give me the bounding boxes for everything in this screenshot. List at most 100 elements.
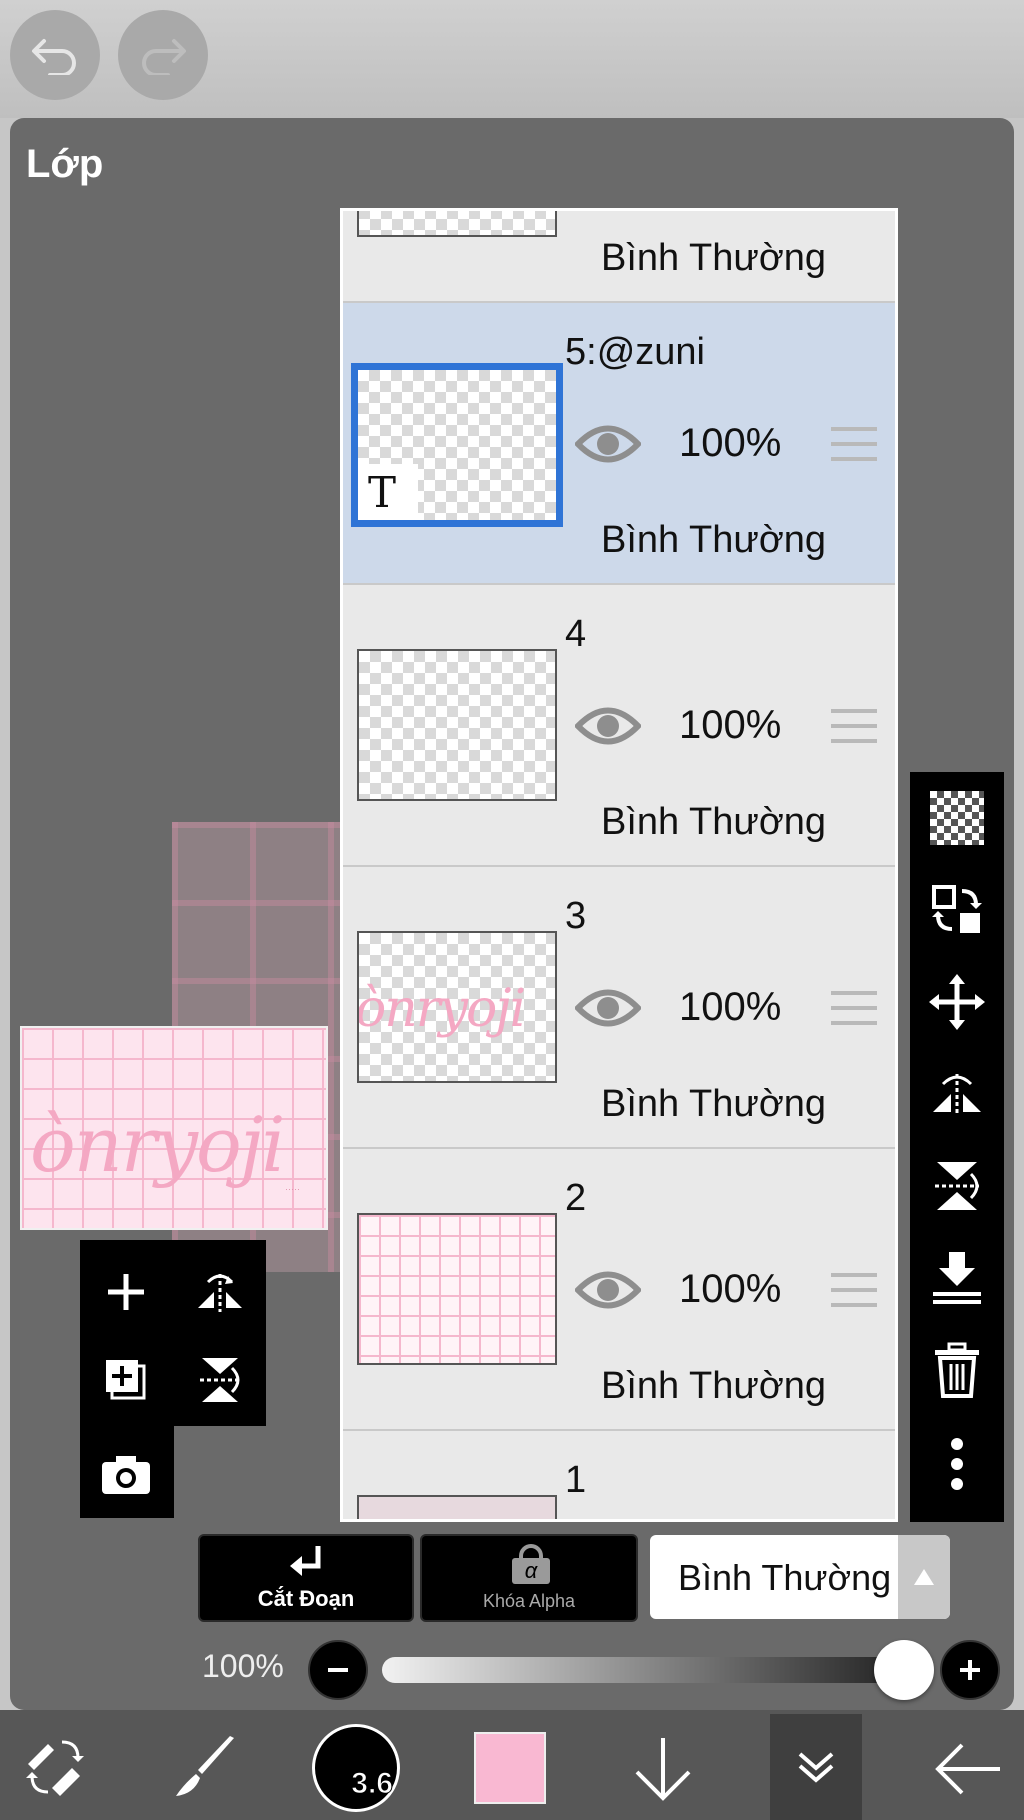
opacity-slider-knob[interactable]	[874, 1640, 934, 1700]
redo-icon	[142, 39, 186, 75]
tool-swap-icon	[26, 1740, 84, 1796]
camera-icon	[102, 1456, 150, 1494]
drag-handle-icon[interactable]	[831, 427, 877, 463]
transparent-button[interactable]	[927, 788, 987, 848]
blend-mode-select[interactable]: Bình Thường	[650, 1535, 950, 1619]
layer-name: 1	[565, 1459, 587, 1501]
swap-layers-button[interactable]	[927, 880, 987, 940]
flip-horizontal-button[interactable]	[927, 1064, 987, 1124]
move-icon	[929, 974, 985, 1030]
layer-name: 2	[565, 1177, 587, 1219]
layer-name: 5:@zuni	[565, 331, 705, 373]
opacity-slider[interactable]	[382, 1657, 922, 1683]
layer-blend-mode: Bình Thường	[601, 1083, 827, 1125]
preview-small-mark: ·····	[285, 1184, 300, 1194]
delete-layer-button[interactable]	[927, 1340, 987, 1400]
thumbnail-artwork: ònryoji	[357, 979, 526, 1039]
preview-artwork-text: ònryoji	[30, 1100, 286, 1189]
swap-layers-icon	[932, 885, 982, 933]
eye-icon[interactable]	[575, 703, 641, 749]
opacity-increase-button[interactable]	[940, 1640, 1000, 1700]
duplicate-layer-icon	[106, 1360, 146, 1400]
brush-button[interactable]	[170, 1732, 240, 1802]
layer-name: 3	[565, 895, 587, 937]
clip-label: Cắt Đoạn	[257, 1586, 355, 1611]
flip-horizontal-icon	[933, 1074, 981, 1116]
clip-arrow-icon	[290, 1546, 321, 1576]
flip-vertical-icon	[935, 1162, 979, 1210]
transparent-icon	[930, 791, 984, 845]
tool-swap-button[interactable]	[20, 1732, 90, 1802]
flip-vertical-small-button[interactable]	[190, 1350, 250, 1410]
layer-blend-mode: Bình Thường	[601, 1365, 827, 1407]
layer-thumbnail	[357, 1213, 557, 1365]
layer-opacity: 100%	[679, 1267, 782, 1311]
drag-handle-icon[interactable]	[831, 991, 877, 1027]
flip-horizontal-small-button[interactable]	[190, 1262, 250, 1322]
layer-thumbnail: T	[351, 363, 563, 527]
eye-icon[interactable]	[575, 985, 641, 1031]
layer-thumbnail	[357, 1495, 557, 1519]
blend-mode-value: Bình Thường	[678, 1557, 892, 1598]
layer-opacity: 100%	[679, 703, 782, 747]
more-icon	[951, 1438, 963, 1490]
back-icon	[935, 1743, 1000, 1795]
flip-horizontal-icon	[198, 1274, 242, 1312]
canvas-preview[interactable]: ònryoji ·····	[20, 1026, 328, 1230]
clip-button[interactable]: Cắt Đoạn	[198, 1534, 414, 1622]
layer-row[interactable]: Bình Thường	[343, 211, 895, 303]
brush-size-value: 3.6	[351, 1767, 394, 1801]
eye-icon[interactable]	[575, 1267, 641, 1313]
text-layer-badge: T	[358, 464, 418, 520]
panel-title: Lớp	[26, 142, 104, 186]
undo-icon	[32, 39, 76, 75]
opacity-decrease-button[interactable]	[308, 1640, 368, 1700]
layer-row-selected[interactable]: T 5:@zuni 100% Bình Thường	[343, 303, 895, 585]
layer-opacity: 100%	[679, 421, 782, 465]
layer-thumbnail: ònryoji	[357, 931, 557, 1083]
camera-button[interactable]	[96, 1444, 156, 1504]
back-button[interactable]	[930, 1732, 1004, 1806]
trash-icon	[935, 1342, 979, 1398]
layer-blend-mode: Bình Thường	[601, 237, 827, 279]
color-swatch[interactable]	[474, 1732, 546, 1804]
layer-row[interactable]: 1	[343, 1431, 895, 1519]
right-toolbar	[910, 772, 1004, 1522]
flip-vertical-icon	[200, 1358, 240, 1402]
collapse-layers-button[interactable]	[770, 1714, 862, 1820]
more-button[interactable]	[927, 1434, 987, 1494]
drag-handle-icon[interactable]	[831, 709, 877, 745]
layer-thumbnail	[357, 211, 557, 237]
layer-list[interactable]: Bình Thường T 5:@zuni 100% Bình Thường 4…	[340, 208, 898, 1522]
layer-blend-mode: Bình Thường	[601, 519, 827, 561]
alpha-lock-label: Khóa Alpha	[482, 1591, 576, 1611]
collapse-icon	[798, 1752, 834, 1783]
undo-button[interactable]	[10, 10, 100, 100]
brush-icon	[176, 1736, 234, 1796]
arrow-down-button[interactable]	[626, 1732, 700, 1806]
add-layer-button[interactable]	[96, 1262, 156, 1322]
brush-size-button[interactable]: 3.6	[312, 1724, 400, 1812]
move-button[interactable]	[927, 972, 987, 1032]
flip-vertical-button[interactable]	[927, 1156, 987, 1216]
dropdown-arrow-icon	[898, 1535, 950, 1619]
duplicate-layer-button[interactable]	[96, 1350, 156, 1410]
alpha-lock-button[interactable]: α Khóa Alpha	[420, 1534, 638, 1622]
layer-row[interactable]: 2 100% Bình Thường	[343, 1149, 895, 1431]
layer-name: 4	[565, 613, 587, 655]
arrow-down-icon	[635, 1738, 691, 1801]
top-bar	[0, 0, 1024, 118]
drag-handle-icon[interactable]	[831, 1273, 877, 1309]
redo-button[interactable]	[118, 10, 208, 100]
layer-row[interactable]: 4 100% Bình Thường	[343, 585, 895, 867]
add-layer-icon	[108, 1274, 144, 1310]
eye-icon[interactable]	[575, 421, 641, 467]
bottom-toolbar: 3.6	[0, 1710, 1024, 1820]
merge-down-button[interactable]	[927, 1248, 987, 1308]
alpha-symbol: α	[512, 1558, 550, 1584]
layer-row[interactable]: ònryoji 3 100% Bình Thường	[343, 867, 895, 1149]
layer-blend-mode: Bình Thường	[601, 801, 827, 843]
lock-icon: α	[512, 1544, 550, 1584]
opacity-value: 100%	[202, 1648, 284, 1684]
layer-opacity: 100%	[679, 985, 782, 1029]
